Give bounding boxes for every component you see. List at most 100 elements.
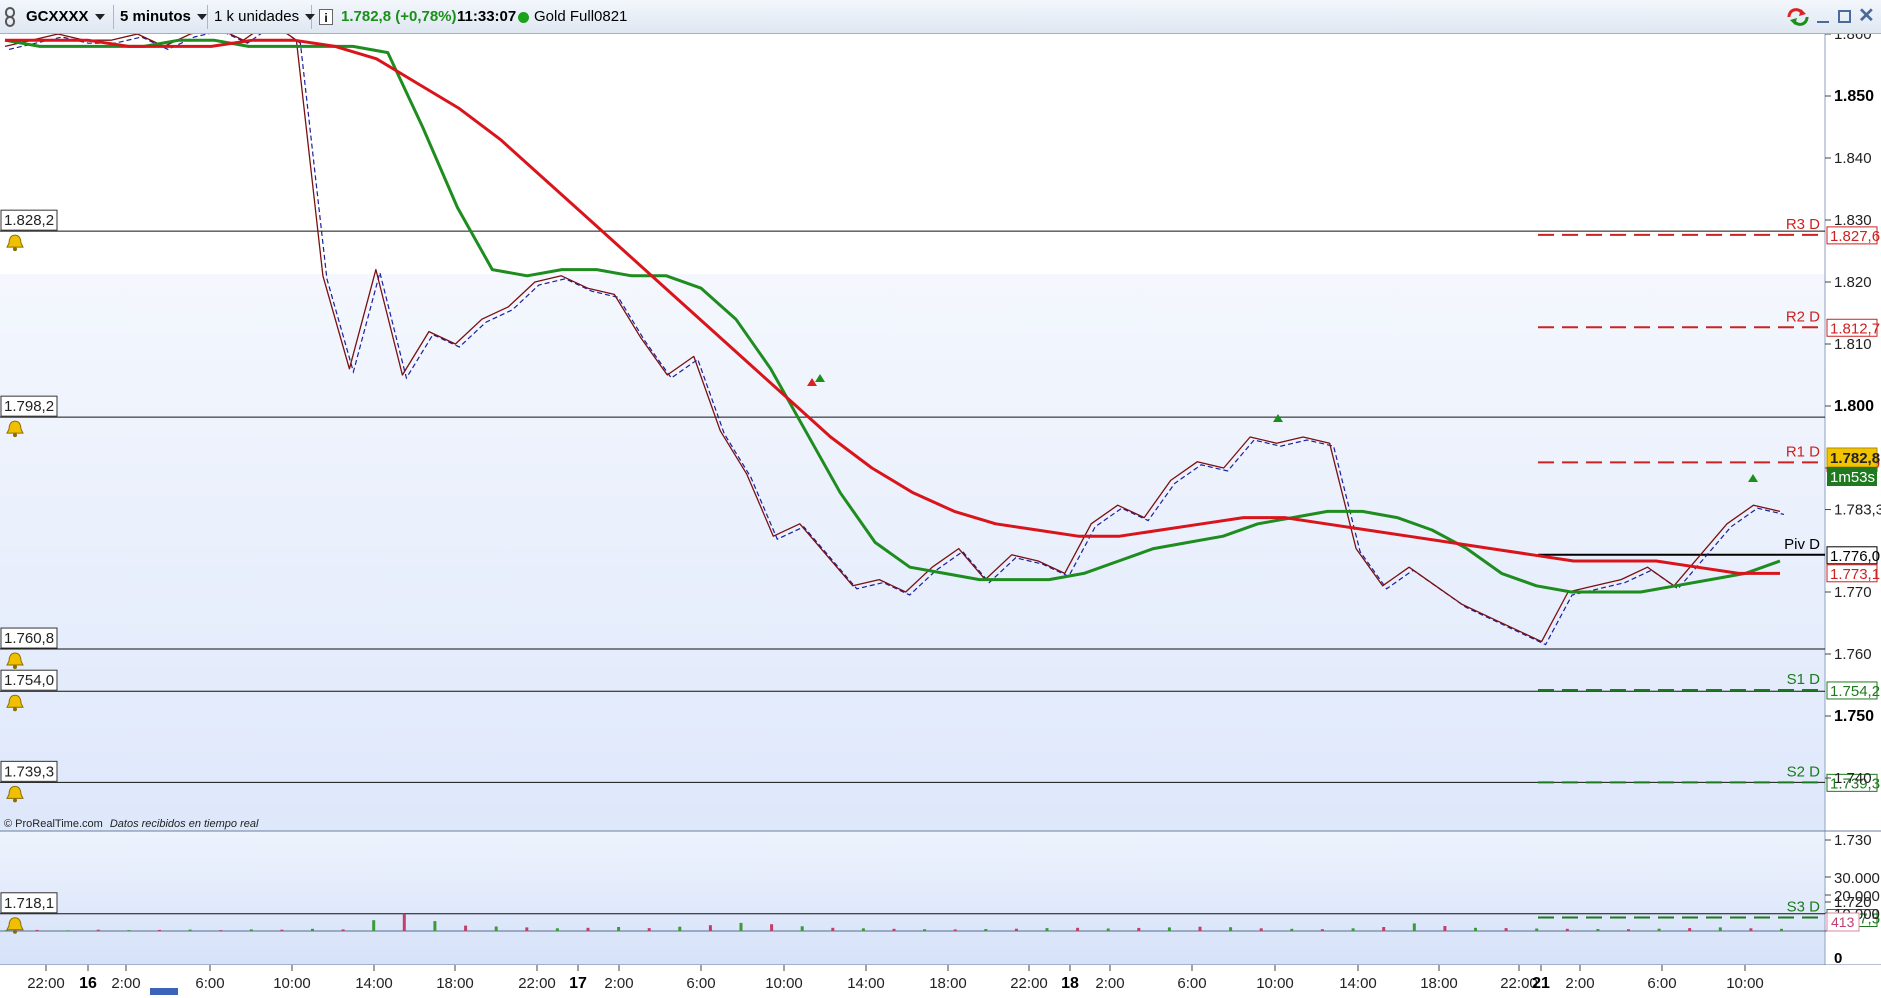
pivot-name-1: R2 D — [1786, 308, 1820, 325]
pivot-tag-4: 1.754,2 — [1830, 683, 1880, 700]
units-label: 1 k unidades — [214, 8, 300, 25]
volume-bar-42 — [1290, 928, 1294, 931]
volume-bar-3 — [96, 929, 100, 931]
y-tick-9: 1.770 — [1834, 584, 1872, 601]
countdown-tag: 1m53s — [1827, 467, 1877, 486]
pivot-name-0: R3 D — [1786, 216, 1820, 233]
alert-label-1: 1.798,2 — [4, 398, 54, 415]
close-icon[interactable]: ✕ — [1858, 6, 1875, 30]
volume-bar-20 — [617, 927, 621, 931]
volume-bar-37 — [1137, 927, 1141, 931]
volume-bar-28 — [861, 928, 865, 931]
y-tick-10: 1.760 — [1834, 646, 1872, 663]
volume-bar-52 — [1596, 929, 1600, 931]
units-selector[interactable]: 1 k unidades — [208, 5, 316, 29]
vol-y-tick-1: 20.000 — [1834, 888, 1880, 905]
volume-bar-0 — [5, 930, 8, 931]
y-tick-13: 1.730 — [1834, 832, 1872, 849]
x-tick-18: 10:00 — [1256, 975, 1294, 992]
volume-bar-31 — [953, 929, 957, 931]
x-tick-10: 6:00 — [686, 975, 715, 992]
y-tick-12: 1.740 — [1834, 770, 1872, 787]
volume-bar-43 — [1320, 929, 1324, 931]
y-tick-4: 1.820 — [1834, 274, 1872, 291]
x-tick-6: 18:00 — [436, 975, 474, 992]
y-tick-1: 1.850 — [1834, 88, 1874, 105]
alert-label-2: 1.760,8 — [4, 630, 54, 647]
alert-label-0: 1.828,2 — [4, 212, 54, 229]
volume-bar-24 — [739, 922, 743, 931]
volume-tag: 413 — [1826, 912, 1860, 932]
price-change: (+0,78%) — [395, 8, 457, 25]
realtime-label: Datos recibidos en tiempo real — [110, 818, 259, 830]
info-icon[interactable]: i — [319, 9, 333, 25]
x-tick-25: 10:00 — [1726, 975, 1764, 992]
x-tick-11: 10:00 — [765, 975, 803, 992]
volume-bar-2 — [66, 930, 70, 931]
toolbar: GCXXXX 5 minutos 1 k unidades i 1.782,8 … — [0, 0, 1881, 34]
y-tick-6: 1.800 — [1834, 398, 1874, 415]
volume-bar-49 — [1504, 928, 1508, 931]
volume-bar-40 — [1229, 927, 1233, 931]
volume-bar-32 — [984, 929, 988, 931]
volume-bar-9 — [280, 929, 284, 931]
chart-area[interactable]: 1.828,2 1.798,2 1.760,8 1.754,0 1.739,3 1.718… — [0, 20, 1881, 998]
volume-bar-39 — [1198, 926, 1202, 931]
pivot-name-3: Piv D — [1784, 536, 1820, 553]
volume-bar-12 — [372, 920, 376, 931]
x-tick-16: 2:00 — [1095, 975, 1124, 992]
last-price-tag-text: 1.782,8 — [1830, 450, 1880, 467]
volume-bar-15 — [464, 925, 468, 931]
alert-label-5: 1.718,1 — [4, 895, 54, 912]
volume-bar-1 — [35, 929, 39, 931]
volume-bar-23 — [708, 925, 712, 931]
y-tick-8: 1.783,3 — [1834, 502, 1881, 519]
y-tick-5: 1.810 — [1834, 336, 1872, 353]
volume-bar-53 — [1627, 929, 1630, 931]
ma-tag: 1.773,1 — [1830, 566, 1880, 583]
instrument-selector[interactable]: GCXXXX — [20, 5, 114, 29]
volume-bar-22 — [678, 926, 682, 931]
link-icon[interactable] — [4, 7, 16, 31]
chevron-down-icon — [196, 14, 207, 21]
maximize-icon[interactable] — [1838, 10, 1851, 23]
volume-bar-56 — [1718, 927, 1722, 931]
y-tick-0: 1.860 — [1834, 34, 1872, 43]
volume-bar-55 — [1688, 928, 1692, 931]
minimize-icon[interactable] — [1816, 10, 1830, 24]
volume-bar-44 — [1351, 928, 1355, 931]
copyright-text: © ProRealTime.com Datos recibidos en tie… — [4, 818, 259, 830]
x-tick-15: 18 — [1061, 975, 1079, 992]
volume-bar-11 — [341, 929, 345, 931]
x-tick-12: 14:00 — [847, 975, 885, 992]
volume-bar-58 — [1780, 928, 1783, 931]
pivot-name-4: S1 D — [1787, 671, 1821, 688]
volume-bar-34 — [1045, 928, 1049, 931]
price-chart-svg[interactable]: 1.828,2 1.798,2 1.760,8 1.754,0 1.739,3 1.718… — [0, 20, 1881, 995]
x-tick-0: 22:00 — [27, 975, 65, 992]
x-tick-22: 21 — [1532, 975, 1550, 992]
volume-bar-8 — [249, 929, 253, 931]
volume-bar-57 — [1749, 928, 1753, 931]
copyright-label: © ProRealTime.com — [4, 818, 103, 830]
volume-bar-13 — [402, 913, 406, 931]
volume-bar-19 — [586, 927, 590, 931]
x-tick-20: 18:00 — [1420, 975, 1458, 992]
x-tick-4: 10:00 — [273, 975, 311, 992]
volume-bar-14 — [433, 921, 437, 931]
scroll-marker[interactable] — [150, 988, 178, 995]
volume-bar-10 — [311, 928, 314, 931]
alert-label-4: 1.739,3 — [4, 763, 54, 780]
volume-bar-5 — [158, 929, 161, 931]
x-tick-5: 14:00 — [355, 975, 393, 992]
alert-label-3: 1.754,0 — [4, 672, 54, 689]
volume-bar-38 — [1167, 927, 1171, 931]
pivot-name-5: S2 D — [1787, 763, 1821, 780]
refresh-icon[interactable] — [1786, 8, 1810, 32]
chevron-down-icon — [94, 14, 105, 21]
volume-bar-35 — [1076, 927, 1080, 931]
clock-time: 11:33:07 — [457, 8, 517, 25]
market-status-icon — [518, 12, 529, 23]
timeframe-selector[interactable]: 5 minutos — [114, 5, 208, 29]
pivot-name-2: R1 D — [1786, 443, 1820, 460]
